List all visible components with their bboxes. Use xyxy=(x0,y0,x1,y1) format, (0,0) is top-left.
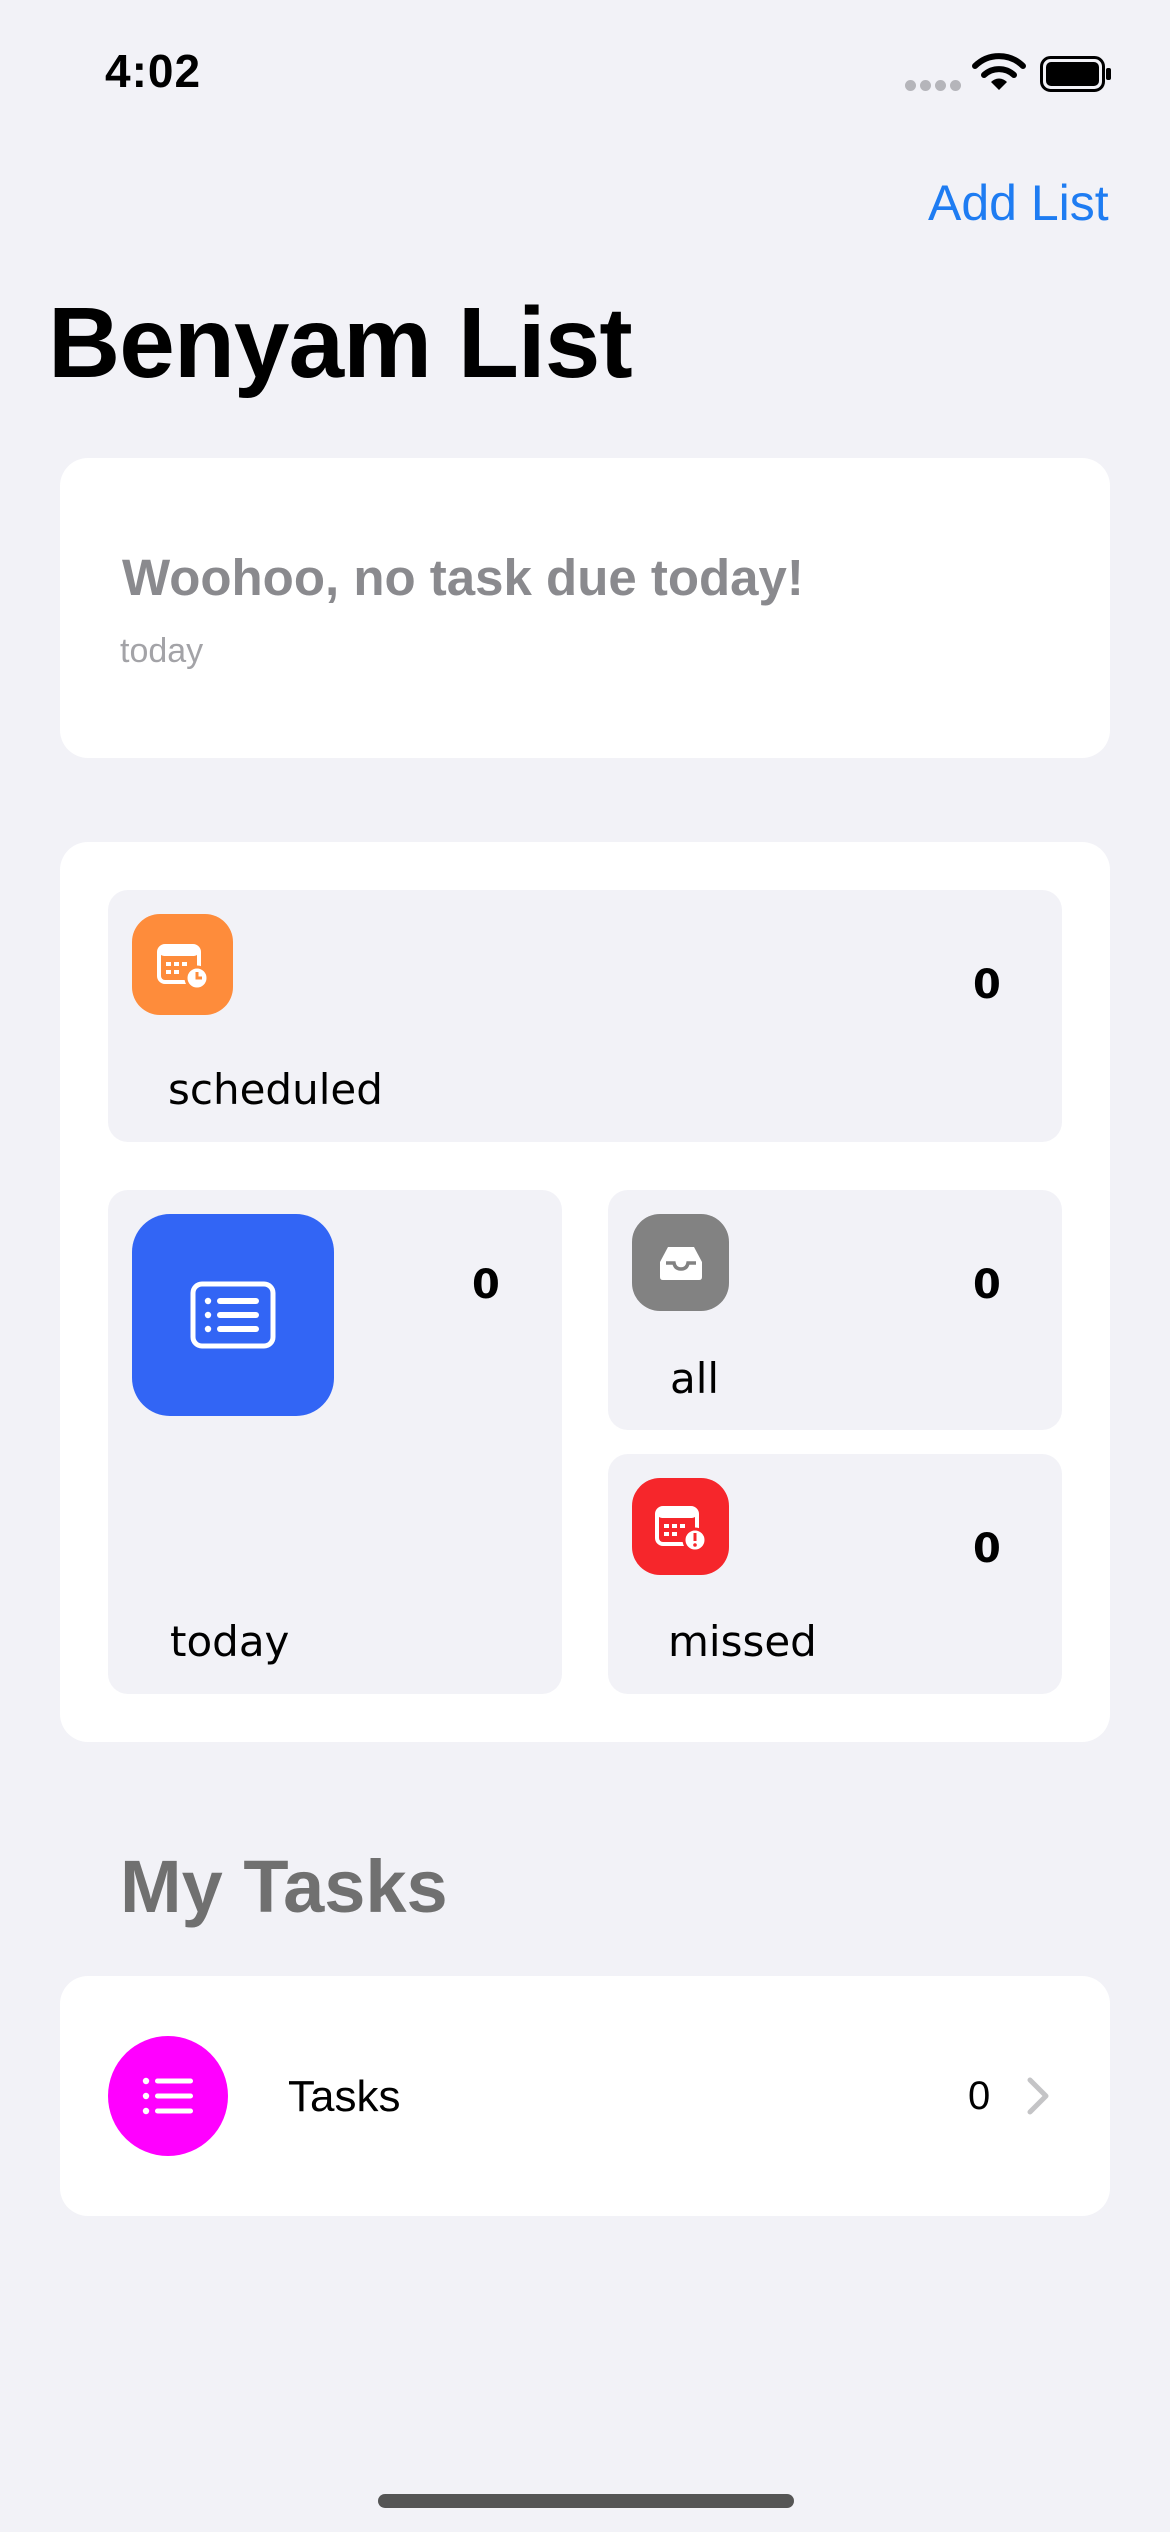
today-subtitle: today xyxy=(120,632,204,670)
my-tasks-heading: My Tasks xyxy=(120,1845,448,1928)
tray-icon xyxy=(632,1214,729,1311)
today-count: 0 xyxy=(472,1262,500,1308)
wifi-icon xyxy=(972,53,1026,90)
all-count: 0 xyxy=(973,1262,1001,1308)
missed-count: 0 xyxy=(973,1526,1001,1572)
list-count: 0 xyxy=(968,2074,991,2118)
list-document-icon xyxy=(132,1214,334,1416)
list-bullet-icon xyxy=(108,2036,228,2156)
today-label: today xyxy=(170,1617,290,1666)
today-summary-card xyxy=(60,458,1110,758)
status-time: 4:02 xyxy=(105,45,202,97)
battery-icon xyxy=(1040,56,1111,92)
missed-label: missed xyxy=(668,1617,817,1666)
calendar-clock-icon xyxy=(132,914,233,1015)
list-name: Tasks xyxy=(288,2072,401,2121)
chevron-right-icon xyxy=(1027,2077,1049,2115)
signal-dots-icon xyxy=(905,80,961,92)
scheduled-count: 0 xyxy=(973,962,1001,1008)
add-list-button[interactable]: Add List xyxy=(928,174,1109,232)
page-title: Benyam List xyxy=(48,287,633,399)
home-indicator[interactable] xyxy=(378,2494,794,2508)
calendar-exclamation-icon xyxy=(632,1478,729,1575)
scheduled-label: scheduled xyxy=(168,1065,383,1114)
all-label: all xyxy=(670,1354,720,1403)
today-message: Woohoo, no task due today! xyxy=(122,549,804,606)
